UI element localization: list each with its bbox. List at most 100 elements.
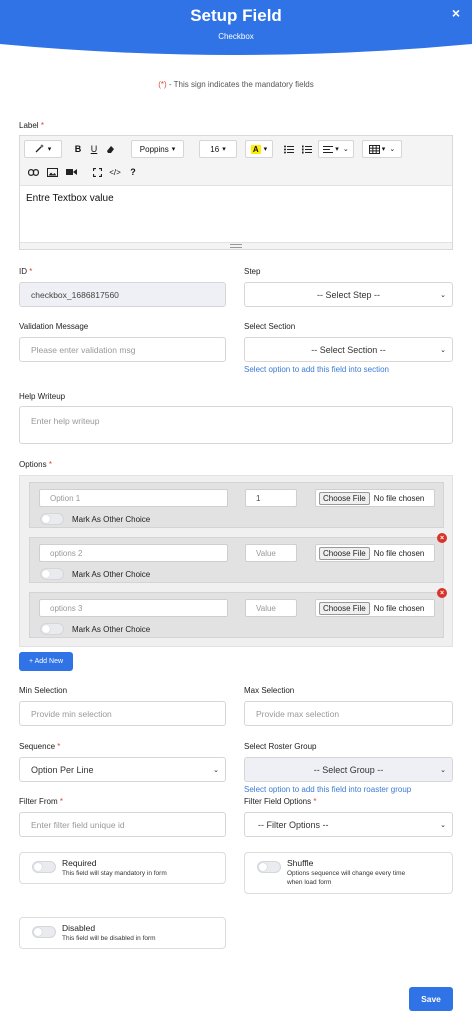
video-icon: [65, 169, 77, 175]
option-value-input[interactable]: 1: [245, 489, 297, 507]
sequence-label-text: Sequence: [19, 742, 56, 751]
roster-group-select-value: -- Select Group --: [313, 764, 384, 775]
label-title: Label: [19, 121, 39, 130]
eraser-icon: [107, 146, 114, 153]
font-family-value: Poppins: [139, 144, 169, 154]
sequence-label: Sequence *: [19, 742, 60, 751]
mark-other-toggle[interactable]: [40, 568, 64, 580]
eraser-button[interactable]: [104, 140, 116, 158]
file-status: No file chosen: [373, 548, 425, 558]
id-input[interactable]: checkbox_1686817560: [19, 282, 226, 307]
choose-file-button[interactable]: Choose File: [319, 546, 370, 560]
add-option-button[interactable]: + Add New: [19, 652, 73, 671]
highlight-icon: A: [250, 144, 261, 154]
font-size-value: 16: [210, 144, 220, 154]
option-value-input[interactable]: Value: [245, 599, 297, 617]
numbered-list-button[interactable]: [300, 140, 314, 158]
fullscreen-button[interactable]: [91, 163, 103, 181]
disabled-desc: This field will be disabled in form: [62, 935, 156, 942]
section-select[interactable]: -- Select Section -- ⌄: [244, 337, 453, 362]
disabled-card: Disabled This field will be disabled in …: [19, 917, 226, 949]
remove-option-icon[interactable]: ×: [437, 533, 447, 543]
table-dropdown[interactable]: ▾ ⌄: [362, 140, 402, 158]
sequence-select[interactable]: Option Per Line ⌄: [19, 757, 226, 782]
option-file-input[interactable]: Choose File No file chosen: [315, 489, 435, 507]
help-writeup-textarea[interactable]: Enter help writeup: [19, 406, 453, 444]
option-name-input[interactable]: options 2: [39, 544, 228, 562]
option-name-input[interactable]: options 3: [39, 599, 228, 617]
option-file-input[interactable]: Choose File No file chosen: [315, 599, 435, 617]
required-star: *: [59, 797, 64, 806]
mandatory-notice-text: - This sign indicates the mandatory fiel…: [166, 80, 314, 89]
rich-text-editor[interactable]: ▾ B U Poppins ▾ 16 ▾ A ▾ ▾ ⌄ ▾ ⌄ </> ? E…: [19, 135, 453, 250]
toggle-knob: [34, 863, 42, 871]
underline-button[interactable]: U: [88, 140, 100, 158]
align-left-icon: [323, 145, 334, 153]
min-selection-input[interactable]: Provide min selection: [19, 701, 226, 726]
chevron-down-icon: ▾: [263, 146, 268, 153]
disabled-toggle[interactable]: [32, 926, 56, 938]
magic-wand-dropdown[interactable]: ▾: [24, 140, 62, 158]
bold-button[interactable]: B: [72, 140, 84, 158]
shuffle-desc-line2: when load form: [287, 878, 332, 886]
table-icon: [368, 144, 380, 154]
choose-file-button[interactable]: Choose File: [319, 601, 370, 615]
help-button[interactable]: ?: [128, 163, 138, 181]
mark-other-toggle[interactable]: [40, 513, 64, 525]
chevron-down-icon: ▾: [222, 146, 226, 153]
mark-other-toggle[interactable]: [40, 623, 64, 635]
filter-from-label: Filter From *: [19, 797, 63, 806]
option-value-input[interactable]: Value: [245, 544, 297, 562]
highlight-color-dropdown[interactable]: A ▾: [245, 140, 273, 158]
section-select-value: -- Select Section --: [311, 344, 386, 355]
shuffle-desc: Options sequence will change every time …: [287, 870, 405, 888]
font-size-dropdown[interactable]: 16 ▾: [199, 140, 237, 158]
required-title: Required: [62, 858, 97, 868]
video-button[interactable]: [64, 163, 78, 181]
shuffle-toggle[interactable]: [257, 861, 281, 873]
roster-group-hint: Select option to add this field into roa…: [244, 785, 412, 794]
remove-option-icon[interactable]: ×: [437, 588, 447, 598]
paragraph-align-dropdown[interactable]: ▾ ⌄: [318, 140, 354, 158]
close-icon[interactable]: ×: [452, 5, 460, 21]
option-row: options 2 Value Choose File No file chose…: [29, 537, 444, 583]
option-row: options 3 Value Choose File No file chose…: [29, 592, 444, 638]
shuffle-desc-line1: Options sequence will change every time: [287, 870, 406, 877]
mark-other-label: Mark As Other Choice: [72, 515, 151, 524]
image-button[interactable]: [45, 163, 59, 181]
link-button[interactable]: [26, 163, 40, 181]
roster-group-select[interactable]: -- Select Group -- ⌄: [244, 757, 453, 782]
mark-other-label: Mark As Other Choice: [72, 625, 151, 634]
modal-header: Setup Field Checkbox ×: [0, 0, 472, 64]
required-toggle[interactable]: [32, 861, 56, 873]
chevron-down-icon: ▾: [381, 146, 386, 153]
file-status: No file chosen: [373, 603, 425, 613]
max-selection-input[interactable]: Provide max selection: [244, 701, 453, 726]
filter-options-select[interactable]: -- Filter Options -- ⌄: [244, 812, 453, 837]
step-select[interactable]: -- Select Step -- ⌄: [244, 282, 453, 307]
id-label-text: ID: [19, 267, 27, 276]
modal-title: Setup Field: [190, 6, 282, 25]
file-status: No file chosen: [373, 493, 425, 503]
shuffle-card: Shuffle Options sequence will change eve…: [244, 852, 453, 894]
font-family-dropdown[interactable]: Poppins ▾: [131, 140, 184, 158]
required-star: *: [313, 797, 317, 806]
options-label-text: Options: [19, 460, 47, 469]
chevron-down-icon: ⌄: [389, 146, 396, 153]
editor-content[interactable]: Entre Textbox value: [26, 193, 114, 204]
bullet-list-button[interactable]: [282, 140, 296, 158]
section-hint: Select option to add this field into sec…: [244, 365, 389, 374]
save-button[interactable]: Save: [409, 987, 453, 1011]
option-file-input[interactable]: Choose File No file chosen: [315, 544, 435, 562]
roster-group-label: Select Roster Group: [244, 742, 317, 751]
code-view-button[interactable]: </>: [107, 163, 123, 181]
validation-message-input[interactable]: Please enter validation msg: [19, 337, 226, 362]
choose-file-button[interactable]: Choose File: [319, 491, 370, 505]
editor-resize-handle[interactable]: [20, 242, 452, 249]
section-label: Select Section: [244, 322, 296, 331]
filter-from-input[interactable]: Enter filter field unique id: [19, 812, 226, 837]
chevron-down-icon: ⌄: [440, 822, 446, 829]
image-icon: [46, 167, 58, 177]
disabled-title: Disabled: [62, 923, 96, 933]
option-name-input[interactable]: Option 1: [39, 489, 228, 507]
